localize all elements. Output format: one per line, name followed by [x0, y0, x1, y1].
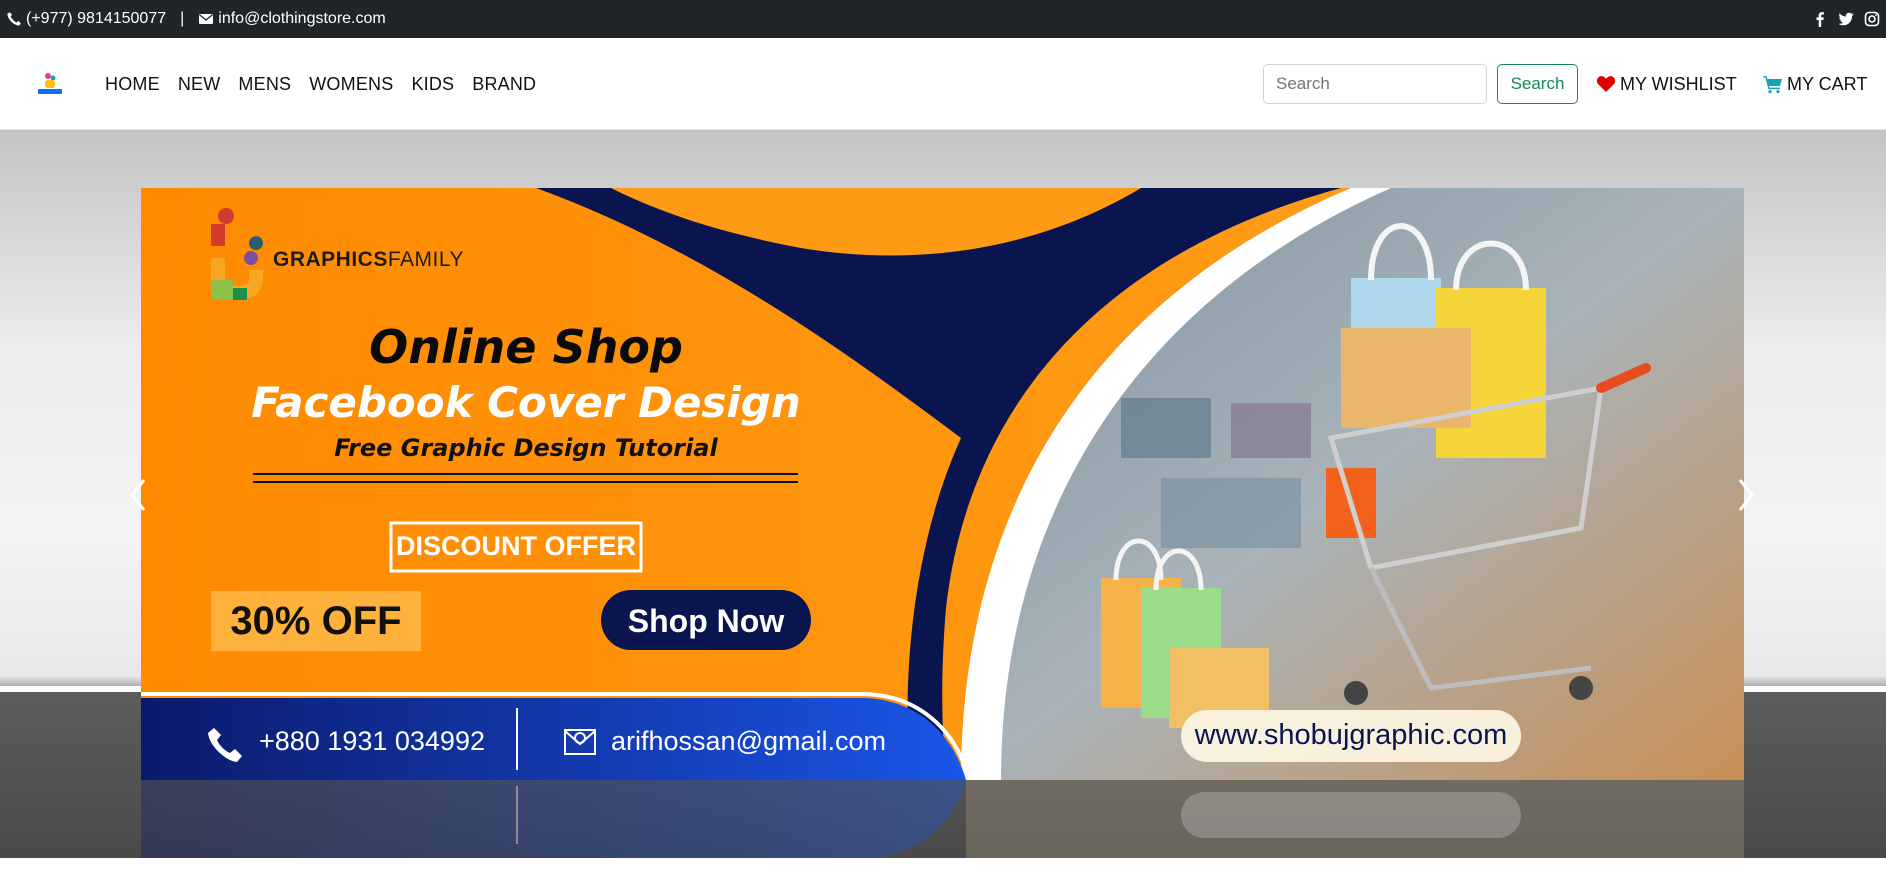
nav-home[interactable]: HOME	[105, 74, 160, 95]
nav-brand[interactable]: BRAND	[472, 74, 536, 95]
banner-discount: DISCOUNT OFFER	[396, 531, 636, 561]
chevron-right-icon	[1738, 479, 1754, 511]
phone-icon	[6, 11, 22, 27]
banner-tagline: Free Graphic Design Tutorial	[334, 434, 718, 462]
hero-carousel: GRAPHICSFAMILY Online Shop Facebook Cove…	[0, 130, 1886, 858]
top-bar: (+977) 9814150077 | info@clothingstore.c…	[0, 0, 1886, 38]
banner-website: www.shobujgraphic.com	[1194, 719, 1508, 751]
contact-info: (+977) 9814150077 | info@clothingstore.c…	[0, 10, 386, 28]
banner-reflection	[141, 780, 1744, 858]
banner-shop-now[interactable]: Shop Now	[601, 603, 811, 640]
nav-womens[interactable]: WOMENS	[309, 74, 393, 95]
cart-label: MY CART	[1787, 73, 1868, 94]
banner-graphic	[141, 188, 1744, 780]
search-input[interactable]	[1263, 64, 1487, 104]
banner-percent: 30% OFF	[230, 599, 402, 643]
banner-brand: GRAPHICSFAMILY	[273, 248, 464, 272]
facebook-icon[interactable]	[1812, 11, 1828, 27]
banner-subheadline: Facebook Cover Design	[251, 378, 801, 427]
contact-separator: |	[180, 10, 185, 27]
carousel-prev-button[interactable]	[124, 470, 154, 520]
nav-links: HOME NEW MENS WOMENS KIDS BRAND	[105, 38, 536, 130]
envelope-icon	[198, 11, 214, 27]
wishlist-label: MY WISHLIST	[1620, 73, 1737, 94]
carousel-slide-banner[interactable]: GRAPHICSFAMILY Online Shop Facebook Cove…	[141, 188, 1744, 780]
contact-email[interactable]: info@clothingstore.com	[218, 10, 385, 28]
chevron-left-icon	[130, 479, 146, 511]
wishlist-link[interactable]: MY WISHLIST	[1596, 38, 1737, 130]
banner-brand-bold: GRAPHICS	[273, 248, 388, 271]
instagram-icon[interactable]	[1864, 11, 1880, 27]
banner-phone: +880 1931 034992	[259, 726, 485, 756]
store-logo[interactable]	[36, 70, 64, 98]
main-navbar: HOME NEW MENS WOMENS KIDS BRAND Search M…	[0, 38, 1886, 130]
banner-headline: Online Shop	[369, 320, 683, 374]
nav-mens[interactable]: MENS	[238, 74, 291, 95]
social-links	[1812, 0, 1880, 38]
banner-brand-light: FAMILY	[387, 248, 464, 271]
nav-kids[interactable]: KIDS	[411, 74, 454, 95]
twitter-icon[interactable]	[1838, 11, 1854, 27]
shopping-cart-icon	[1763, 74, 1783, 94]
heart-icon	[1596, 74, 1616, 94]
contact-phone: (+977) 9814150077	[26, 10, 167, 27]
cart-link[interactable]: MY CART	[1763, 38, 1867, 130]
carousel-next-button[interactable]	[1730, 470, 1760, 520]
nav-new[interactable]: NEW	[178, 74, 221, 95]
search-button[interactable]: Search	[1497, 64, 1578, 104]
page-bottom	[0, 858, 1886, 876]
banner-email: arifhossan@gmail.com	[611, 726, 887, 756]
